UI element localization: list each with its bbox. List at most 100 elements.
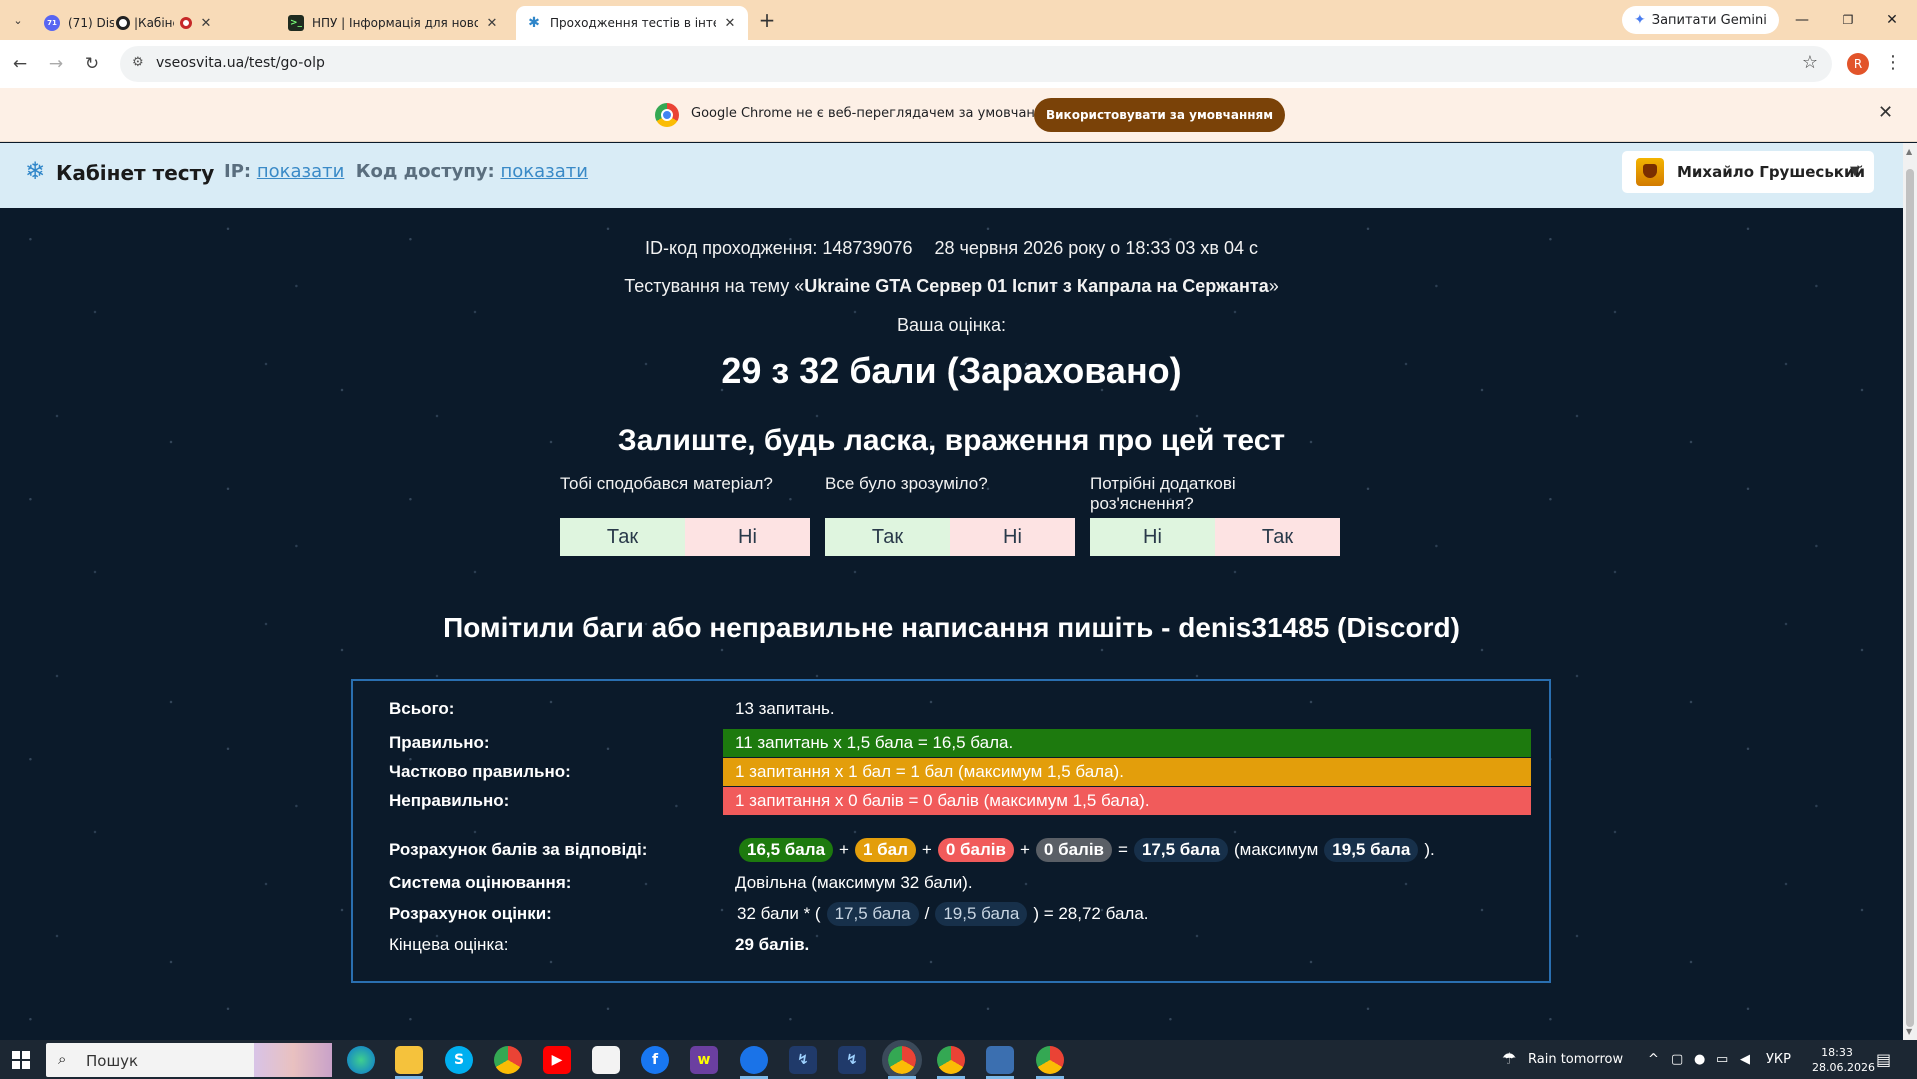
summary-row-partial: Частково правильно: 1 запитання x 1 бал … xyxy=(353,758,1549,786)
edge-icon[interactable] xyxy=(347,1046,375,1074)
summary-row-total: Всього: 13 запитань. xyxy=(353,695,1549,723)
new-tab-button[interactable]: + xyxy=(756,8,778,32)
network-icon[interactable]: ▭ xyxy=(1716,1052,1728,1067)
question-text: Все було зрозуміло? xyxy=(825,474,988,493)
close-tab-icon[interactable]: ✕ xyxy=(484,15,500,31)
search-highlight-image xyxy=(254,1043,332,1077)
browser-toolbar: ← → ↻ ⚙ vseosvita.ua/test/go-olp ☆ R ⋮ xyxy=(0,40,1917,88)
ip-show-link[interactable]: показати xyxy=(257,161,344,182)
question-text: Потрібні додаткові роз'яснення? xyxy=(1090,474,1236,513)
user-menu[interactable]: Михайло Грушеський ▼ xyxy=(1622,151,1874,193)
default-browser-infobar: Google Chrome не є веб-переглядачем за у… xyxy=(0,88,1917,142)
site-header: ❄ Кабінет тесту IP: показати Код доступу… xyxy=(0,143,1903,208)
back-icon[interactable]: ← xyxy=(8,52,32,76)
game-launcher-2-icon[interactable]: ↯ xyxy=(838,1046,866,1074)
address-bar[interactable]: ⚙ vseosvita.ua/test/go-olp ☆ xyxy=(120,46,1832,82)
gemini-button[interactable]: ✦ Запитати Gemini xyxy=(1622,6,1779,34)
game-launcher-icon[interactable]: ↯ xyxy=(789,1046,817,1074)
weather-text[interactable]: Rain tomorrow xyxy=(1528,1052,1623,1067)
tray-chevron-up-icon[interactable]: ^ xyxy=(1648,1052,1659,1067)
plus-sign: + xyxy=(921,840,932,859)
chrome-icon[interactable] xyxy=(1036,1046,1064,1074)
gemini-label: Запитати Gemini xyxy=(1651,12,1767,28)
scroll-down-icon[interactable]: ▼ xyxy=(1906,1027,1912,1036)
set-default-button[interactable]: Використовувати за умовчанням xyxy=(1034,98,1286,132)
taskbar-clock[interactable]: 18:33 28.06.2026 xyxy=(1812,1045,1875,1075)
answer-no-button[interactable]: Ні xyxy=(950,518,1075,556)
volume-icon[interactable]: ◀ xyxy=(1740,1052,1750,1067)
close-tab-icon[interactable]: ✕ xyxy=(198,15,214,31)
scroll-up-icon[interactable]: ▲ xyxy=(1906,147,1912,156)
file-explorer-icon[interactable] xyxy=(395,1046,423,1074)
search-placeholder: Пошук xyxy=(86,1052,139,1070)
profile-avatar[interactable]: R xyxy=(1847,53,1869,75)
tab-title: НПУ | Інформація для новобр xyxy=(312,16,478,30)
forward-icon[interactable]: → xyxy=(44,52,68,76)
page-scrollbar[interactable]: ▲ ▼ xyxy=(1903,143,1917,1040)
close-tab-icon[interactable]: ✕ xyxy=(722,15,738,31)
restore-icon[interactable]: ❐ xyxy=(1836,8,1860,32)
score-heading: 29 з 32 бали (Зараховано) xyxy=(721,350,1182,391)
taskbar-search[interactable]: ⌕ Пошук xyxy=(46,1043,332,1077)
minimize-icon[interactable]: — xyxy=(1790,8,1814,32)
row-label: Неправильно: xyxy=(389,791,510,810)
access-code-show-link[interactable]: показати xyxy=(500,161,587,182)
weather-umbrella-icon[interactable]: ☂ xyxy=(1502,1049,1516,1068)
close-window-icon[interactable]: ✕ xyxy=(1880,8,1904,32)
close-infobar-icon[interactable]: ✕ xyxy=(1878,102,1893,123)
row-label: Правильно: xyxy=(389,733,490,752)
answer-no-button[interactable]: Ні xyxy=(685,518,810,556)
microphone-icon[interactable]: ● xyxy=(1694,1052,1705,1067)
tab-search-chevron-icon[interactable]: ⌄ xyxy=(8,10,28,30)
brand-title[interactable]: Кабінет тесту xyxy=(56,161,214,185)
app-store-icon[interactable] xyxy=(740,1046,768,1074)
final-grade-value: 29 балів. xyxy=(735,935,810,954)
divide-sign: / xyxy=(924,904,930,923)
scrollbar-thumb[interactable] xyxy=(1906,169,1914,1027)
user-name: Михайло Грушеський xyxy=(1677,163,1866,181)
max-prefix: (максимум xyxy=(1233,840,1319,859)
url-text[interactable]: vseosvita.ua/test/go-olp xyxy=(156,55,325,71)
facebook-icon[interactable]: f xyxy=(641,1046,669,1074)
answer-yes-button[interactable]: Так xyxy=(1215,518,1340,556)
app-tool-icon[interactable] xyxy=(986,1046,1014,1074)
language-indicator[interactable]: УКР xyxy=(1766,1052,1791,1067)
notepad-icon[interactable] xyxy=(592,1046,620,1074)
bookmark-star-icon[interactable]: ☆ xyxy=(1802,52,1818,73)
site-info-icon[interactable]: ⚙ xyxy=(132,55,144,70)
feedback-question: Тобі сподобався матеріал? Так Ні xyxy=(560,474,810,556)
windows-start-icon[interactable] xyxy=(12,1051,30,1069)
chrome-menu-icon[interactable]: ⋮ xyxy=(1884,52,1902,73)
tab-discord[interactable]: 71 (71) Discord | Г |Кабінет ✕ xyxy=(34,6,224,40)
clock-time: 18:33 xyxy=(1821,1046,1853,1059)
chrome-profile-icon[interactable] xyxy=(882,1040,922,1079)
tray-app-icon[interactable]: ▢ xyxy=(1671,1052,1683,1067)
chrome-icon[interactable] xyxy=(937,1046,965,1074)
row-label: Розрахунок балів за відповіді: xyxy=(389,840,648,859)
chrome-icon[interactable] xyxy=(494,1046,522,1074)
answer-no-button[interactable]: Ні xyxy=(1090,518,1215,556)
test-topic: Тестування на тему «Ukraine GTA Сервер 0… xyxy=(0,276,1903,297)
clock-date: 28.06.2026 xyxy=(1812,1061,1875,1074)
partial-bar: 1 запитання x 1 бал = 1 бал (максимум 1,… xyxy=(723,758,1531,786)
partial-points-pill: 1 бал xyxy=(854,838,916,862)
notifications-icon[interactable]: ▤ xyxy=(1876,1050,1891,1069)
correct-points-pill: 16,5 бала xyxy=(739,838,834,862)
youtube-icon[interactable]: ▶ xyxy=(543,1046,571,1074)
gemini-icon: ✦ xyxy=(1634,12,1646,28)
answer-yes-button[interactable]: Так xyxy=(560,518,685,556)
tab-title-2: |Кабінет xyxy=(134,16,174,30)
row-label: Система оцінювання: xyxy=(389,873,572,892)
question-text: Тобі сподобався матеріал? xyxy=(560,474,773,493)
reload-icon[interactable]: ↻ xyxy=(80,52,104,76)
infobar-message: Google Chrome не є веб-переглядачем за у… xyxy=(691,106,1062,121)
tab-npu[interactable]: >_ НПУ | Інформація для новобр ✕ xyxy=(278,6,510,40)
skype-icon[interactable]: S xyxy=(445,1046,473,1074)
tab-vseosvita[interactable]: ✱ Проходження тестів в інтерак ✕ xyxy=(516,6,748,40)
row-value: Довільна (максимум 32 бали). xyxy=(735,873,973,892)
row-label: Кінцева оцінка: xyxy=(389,935,509,954)
answer-yes-button[interactable]: Так xyxy=(825,518,950,556)
app-w-icon[interactable]: w xyxy=(690,1046,718,1074)
caret-down-icon[interactable]: ▼ xyxy=(1850,164,1860,179)
plus-sign: + xyxy=(1019,840,1030,859)
